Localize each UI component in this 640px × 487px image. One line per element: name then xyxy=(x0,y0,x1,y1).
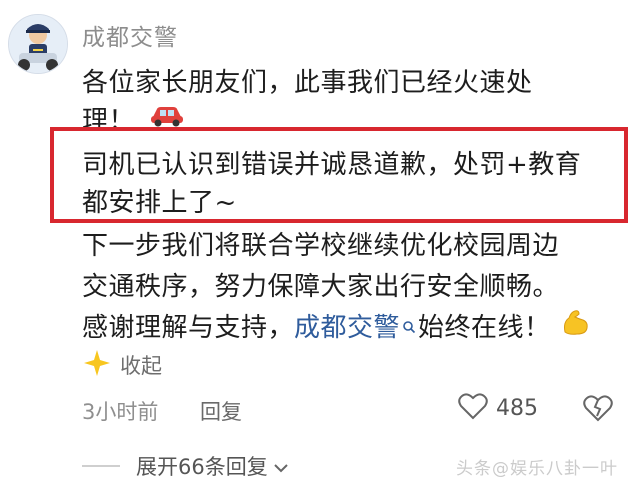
flexed-biceps-icon xyxy=(559,306,591,345)
heart-icon xyxy=(458,392,488,424)
comment-line-1: 各位家长朋友们，此事我们已经火速处 xyxy=(82,68,533,98)
collapse-button[interactable]: 收起 xyxy=(82,348,162,382)
dislike-button[interactable] xyxy=(583,394,613,426)
collapse-label: 收起 xyxy=(120,354,162,378)
watermark: 头条@娱乐八卦一叶 xyxy=(456,459,618,479)
sparkle-star-icon xyxy=(82,348,112,382)
chevron-down-icon xyxy=(274,454,288,478)
reply-button[interactable]: 回复 xyxy=(200,396,242,426)
like-button[interactable]: 485 xyxy=(458,392,538,424)
comment-line-7: 感谢理解与支持， xyxy=(82,313,295,343)
comment-line-6: 交通秩序，努力保障大家出行安全顺畅。 xyxy=(82,272,560,302)
broken-heart-icon xyxy=(583,395,613,426)
mention-link[interactable]: 成都交警 xyxy=(294,307,400,344)
avatar[interactable] xyxy=(8,14,68,74)
police-avatar-icon xyxy=(9,15,67,73)
comment-time: 3小时前 xyxy=(82,400,159,424)
comment-line-5: 下一步我们将联合学校继续优化校园周边 xyxy=(82,231,560,261)
expand-replies-label: 展开66条回复 xyxy=(136,455,268,479)
like-count: 485 xyxy=(496,395,538,421)
comment-line-4: 都安排上了~ xyxy=(82,188,237,218)
comment-line-7-end: 始终在线！ xyxy=(418,313,551,343)
comment-author[interactable]: 成都交警 xyxy=(82,18,178,52)
divider xyxy=(82,465,120,467)
expand-replies-button[interactable]: 展开66条回复 xyxy=(136,451,288,481)
search-icon xyxy=(402,311,416,341)
comment-line-3: 司机已认识到错误并诚恳道歉，处罚+教育 xyxy=(82,150,582,180)
